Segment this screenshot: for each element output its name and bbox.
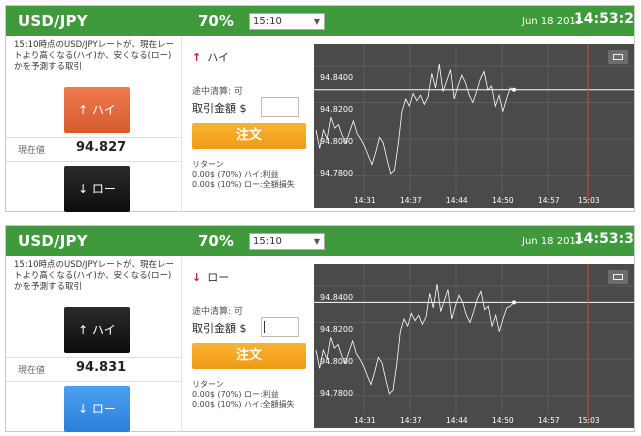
settlement-info: 途中清算: 可 bbox=[192, 87, 243, 97]
payout-rate: 70% bbox=[198, 232, 234, 250]
trade-panel-2: USD/JPY 70% 15:10 ▼ Jun 18 2013 14:53:39… bbox=[5, 225, 641, 432]
divider bbox=[6, 137, 181, 138]
trade-description: 15:10時点のUSD/JPYレートが、現在レートより高くなる(ハイ)か、安くな… bbox=[14, 40, 174, 72]
x-tick-label: 14:44 bbox=[446, 416, 468, 425]
currency-pair: USD/JPY bbox=[18, 232, 88, 250]
y-tick-label: 94.7800 bbox=[320, 169, 354, 178]
x-tick-label: 15:03 bbox=[578, 196, 600, 205]
y-tick-label: 94.8000 bbox=[320, 357, 354, 366]
order-column: ↓ ロー 途中清算: 可 取引金額 $ 注文 リターン 0.00$ (70%) ロ… bbox=[182, 257, 312, 432]
order-column: ↑ ハイ 途中清算: 可 取引金額 $ 注文 リターン 0.00$ (70%) ハ… bbox=[182, 37, 312, 212]
x-tick-label: 14:57 bbox=[538, 416, 560, 425]
high-button[interactable]: ↑ ハイ bbox=[64, 87, 130, 133]
x-tick-label: 14:37 bbox=[400, 196, 422, 205]
x-tick-label: 14:50 bbox=[492, 196, 514, 205]
clock: 14:53:39 bbox=[574, 231, 641, 247]
y-tick-label: 94.7800 bbox=[320, 389, 354, 398]
current-price-point bbox=[512, 300, 516, 305]
divider bbox=[6, 357, 181, 358]
chevron-down-icon: ▼ bbox=[313, 17, 320, 26]
text-cursor bbox=[264, 321, 265, 333]
return-info: リターン 0.00$ (70%) ハイ:利益 0.00$ (10%) ロー:全額… bbox=[192, 160, 295, 190]
price-chart: 94.8400 94.8200 94.8000 94.7800 14:31 14… bbox=[314, 44, 634, 208]
order-button[interactable]: 注文 bbox=[192, 123, 306, 149]
y-tick-label: 94.8400 bbox=[320, 293, 354, 302]
return-info: リターン 0.00$ (70%) ロー:利益 0.00$ (10%) ハイ:全額… bbox=[192, 380, 295, 410]
order-button[interactable]: 注文 bbox=[192, 343, 306, 369]
divider bbox=[6, 161, 181, 162]
divider bbox=[6, 381, 181, 382]
expand-chart-button[interactable] bbox=[608, 50, 628, 64]
x-tick-label: 14:37 bbox=[400, 416, 422, 425]
return-line-2: 0.00$ (10%) ロー:全額損失 bbox=[192, 180, 295, 189]
payout-rate: 70% bbox=[198, 12, 234, 30]
direction-text: ロー bbox=[207, 271, 230, 284]
return-title: リターン bbox=[192, 160, 224, 169]
amount-label: 取引金額 $ bbox=[192, 322, 247, 335]
return-line-1: 0.00$ (70%) ロー:利益 bbox=[192, 390, 279, 399]
currency-pair: USD/JPY bbox=[18, 12, 88, 30]
trade-panel-1: USD/JPY 70% 15:10 ▼ Jun 18 2013 14:53:24… bbox=[5, 5, 641, 212]
current-value: 94.831 bbox=[76, 360, 127, 375]
arrow-up-icon: ↑ bbox=[192, 51, 202, 64]
panel-header: USD/JPY 70% 15:10 ▼ Jun 18 2013 14:53:24 bbox=[6, 6, 641, 36]
current-label: 現在値 bbox=[18, 366, 46, 376]
amount-input[interactable] bbox=[261, 97, 299, 117]
expiry-value: 15:10 bbox=[253, 16, 282, 27]
x-tick-label: 14:50 bbox=[492, 416, 514, 425]
direction-text: ハイ bbox=[207, 51, 229, 64]
y-tick-label: 94.8200 bbox=[320, 325, 354, 334]
settlement-info: 途中清算: 可 bbox=[192, 307, 243, 317]
price-chart-svg bbox=[314, 44, 634, 204]
y-tick-label: 94.8000 bbox=[320, 137, 354, 146]
return-title: リターン bbox=[192, 380, 224, 389]
amount-input[interactable] bbox=[261, 317, 299, 337]
expand-chart-button[interactable] bbox=[608, 270, 628, 284]
amount-label: 取引金額 $ bbox=[192, 102, 247, 115]
expiry-select[interactable]: 15:10 ▼ bbox=[249, 13, 325, 30]
return-line-2: 0.00$ (10%) ハイ:全額損失 bbox=[192, 400, 295, 409]
prediction-column: 15:10時点のUSD/JPYレートが、現在レートより高くなる(ハイ)か、安くな… bbox=[6, 257, 181, 432]
selected-direction: ↑ ハイ bbox=[192, 49, 229, 65]
price-chart: 94.8400 94.8200 94.8000 94.7800 14:31 14… bbox=[314, 264, 634, 428]
panel-header: USD/JPY 70% 15:10 ▼ Jun 18 2013 14:53:39 bbox=[6, 226, 641, 256]
x-tick-label: 15:03 bbox=[578, 416, 600, 425]
x-tick-label: 14:57 bbox=[538, 196, 560, 205]
window-icon bbox=[613, 274, 623, 280]
return-line-1: 0.00$ (70%) ハイ:利益 bbox=[192, 170, 279, 179]
trade-description: 15:10時点のUSD/JPYレートが、現在レートより高くなる(ハイ)か、安くな… bbox=[14, 260, 174, 292]
price-chart-svg bbox=[314, 264, 634, 424]
x-tick-label: 14:31 bbox=[354, 416, 376, 425]
high-button[interactable]: ↑ ハイ bbox=[64, 307, 130, 353]
chevron-down-icon: ▼ bbox=[313, 237, 320, 246]
window-icon bbox=[613, 54, 623, 60]
clock: 14:53:24 bbox=[574, 11, 641, 27]
expiry-value: 15:10 bbox=[253, 236, 282, 247]
current-value: 94.827 bbox=[76, 140, 127, 155]
x-tick-label: 14:44 bbox=[446, 196, 468, 205]
x-tick-label: 14:31 bbox=[354, 196, 376, 205]
arrow-down-icon: ↓ bbox=[192, 271, 202, 284]
prediction-column: 15:10時点のUSD/JPYレートが、現在レートより高くなる(ハイ)か、安くな… bbox=[6, 37, 181, 212]
expiry-select[interactable]: 15:10 ▼ bbox=[249, 233, 325, 250]
selected-direction: ↓ ロー bbox=[192, 269, 229, 285]
current-label: 現在値 bbox=[18, 146, 46, 156]
low-button[interactable]: ↓ ロー bbox=[64, 386, 130, 432]
low-button[interactable]: ↓ ロー bbox=[64, 166, 130, 212]
current-price-point bbox=[512, 87, 516, 92]
y-tick-label: 94.8200 bbox=[320, 105, 354, 114]
y-tick-label: 94.8400 bbox=[320, 73, 354, 82]
